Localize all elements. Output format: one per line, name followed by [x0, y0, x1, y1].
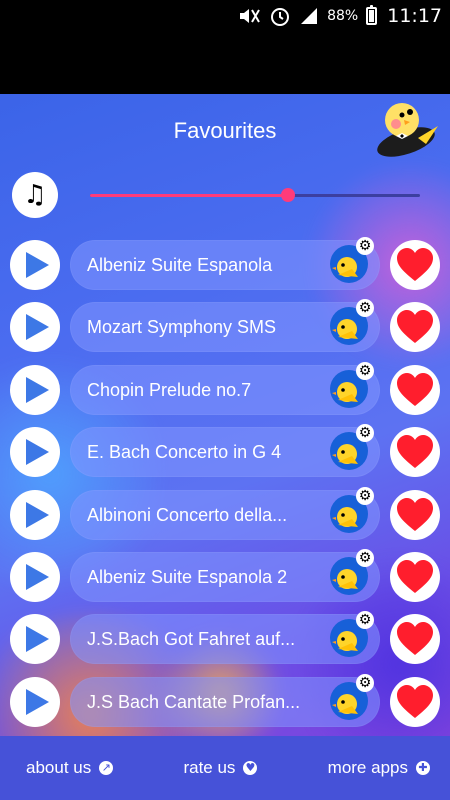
heart-icon [397, 372, 433, 406]
favourite-heart-button[interactable] [390, 427, 440, 478]
track-row: Albeniz Suite Espanola 2 ⚙ [0, 546, 450, 608]
play-button[interactable] [10, 489, 60, 540]
ringtone-settings-button[interactable]: ⚙ [330, 361, 374, 408]
plus-icon: ✚ [415, 761, 430, 775]
play-icon [26, 314, 49, 341]
track-title: J.S.Bach Got Fahret auf... [87, 629, 296, 650]
heart-icon [397, 497, 433, 531]
play-icon [26, 439, 49, 466]
track-list: Albeniz Suite Espanola ⚙ Mozart Symphony S… [0, 234, 450, 733]
play-icon [26, 252, 49, 278]
mute-icon [240, 9, 260, 23]
heart-icon [397, 248, 433, 281]
bottom-bar: about us ↗ rate us ♥ more apps ✚ [0, 736, 450, 800]
status-bar: 88% 11:17 [0, 0, 450, 32]
ringtone-settings-button[interactable]: ⚙ [330, 486, 374, 533]
alarm-icon [271, 8, 290, 26]
play-button[interactable] [10, 427, 60, 478]
favourite-heart-button[interactable] [390, 614, 440, 665]
volume-slider[interactable] [90, 188, 420, 202]
favourite-heart-button[interactable] [390, 240, 440, 290]
battery-percent: 88% [327, 8, 359, 24]
track-row: J.S.Bach Got Fahret auf... ⚙ [0, 608, 450, 670]
more-apps-label: more apps [327, 758, 408, 777]
top-band [0, 32, 450, 94]
heart-icon [397, 559, 433, 593]
gear-icon: ⚙ [356, 548, 374, 567]
play-icon [26, 376, 49, 403]
heart-icon [397, 310, 433, 344]
ringtone-settings-button[interactable]: ⚙ [330, 548, 374, 595]
slider-fill [90, 194, 288, 197]
track-title: J.S Bach Cantate Profan... [87, 691, 301, 712]
music-note-button[interactable]: ♫ [12, 172, 58, 218]
gear-icon: ⚙ [356, 361, 374, 380]
heart-icon [397, 435, 433, 469]
ringtone-settings-button[interactable]: ⚙ [330, 299, 374, 346]
about-us-label: about us [26, 758, 92, 777]
favourite-heart-button[interactable] [390, 676, 440, 727]
favourite-heart-button[interactable] [390, 551, 440, 602]
play-button[interactable] [10, 240, 60, 290]
track-title: Albeniz Suite Espanola 2 [87, 566, 288, 587]
play-icon [26, 501, 49, 528]
ringtone-settings-button[interactable]: ⚙ [330, 237, 374, 283]
track-row: Albinoni Concerto della... ⚙ [0, 484, 450, 546]
favourite-heart-button[interactable] [390, 364, 440, 415]
ringtone-settings-button[interactable]: ⚙ [330, 611, 374, 658]
play-button[interactable] [10, 614, 60, 665]
track-title: Chopin Prelude no.7 [87, 379, 252, 400]
track-row: Albeniz Suite Espanola ⚙ [0, 234, 450, 296]
gear-icon: ⚙ [356, 673, 374, 692]
play-icon [26, 626, 49, 653]
rate-us-button[interactable]: rate us ♥ [183, 758, 258, 778]
clock: 11:17 [387, 5, 442, 27]
heart-icon [397, 684, 433, 718]
gear-icon: ⚙ [356, 486, 374, 505]
track-title: E. Bach Concerto in G 4 [87, 442, 282, 463]
slider-knob[interactable] [281, 188, 295, 202]
ringtone-settings-button[interactable]: ⚙ [330, 424, 374, 471]
play-button[interactable] [10, 551, 60, 602]
track-row: E. Bach Concerto in G 4 ⚙ [0, 421, 450, 483]
play-icon [26, 688, 49, 715]
favourite-heart-button[interactable] [390, 302, 440, 353]
heart-icon: ♥ [243, 761, 258, 775]
link-icon: ↗ [99, 761, 114, 775]
play-icon [26, 563, 49, 590]
gear-icon: ⚙ [356, 237, 374, 255]
play-button[interactable] [10, 676, 60, 727]
music-note-icon: ♫ [23, 180, 47, 210]
app-screen: Favourites ♫ Albeniz Suite Espanola ⚙ Moza… [0, 94, 450, 800]
bird-mascot-icon [377, 103, 438, 157]
track-row: Mozart Symphony SMS ⚙ [0, 296, 450, 358]
track-row: J.S Bach Cantate Profan... ⚙ [0, 671, 450, 733]
track-title: Albinoni Concerto della... [87, 504, 288, 525]
track-row: Chopin Prelude no.7 ⚙ [0, 359, 450, 421]
battery-icon [366, 5, 378, 25]
play-button[interactable] [10, 364, 60, 415]
track-title: Mozart Symphony SMS [87, 317, 277, 338]
play-button[interactable] [10, 302, 60, 353]
ringtone-settings-button[interactable]: ⚙ [330, 673, 374, 720]
rate-us-label: rate us [183, 758, 236, 777]
more-apps-button[interactable]: more apps ✚ [328, 758, 430, 778]
favourite-heart-button[interactable] [390, 489, 440, 540]
heart-icon [397, 622, 433, 656]
about-us-button[interactable]: about us ↗ [26, 758, 114, 778]
track-title: Albeniz Suite Espanola [87, 255, 273, 275]
signal-icon [301, 8, 318, 24]
